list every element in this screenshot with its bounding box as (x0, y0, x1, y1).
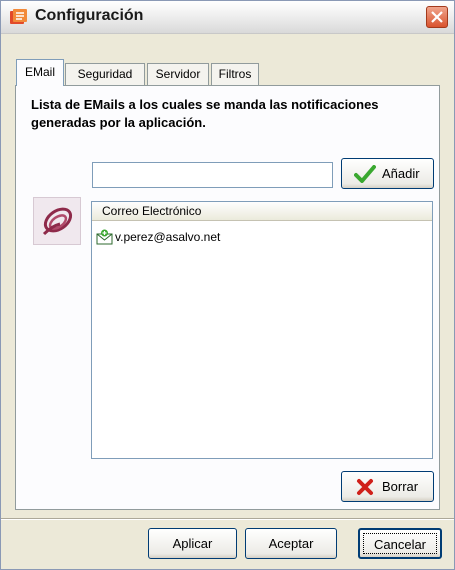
email-icon (96, 229, 113, 250)
tab-email[interactable]: EMail (16, 59, 64, 86)
accept-button-label: Aceptar (268, 536, 314, 551)
delete-button-label: Borrar (382, 479, 419, 494)
cancel-button[interactable]: Cancelar (358, 528, 442, 559)
email-list-header-label: Correo Electrónico (102, 204, 202, 218)
cancel-button-focus: Cancelar (363, 533, 437, 554)
delete-button[interactable]: Borrar (341, 471, 434, 502)
tab-seguridad-label: Seguridad (77, 67, 133, 81)
tab-email-label: EMail (24, 65, 55, 79)
close-button[interactable] (426, 6, 448, 28)
close-icon (431, 11, 443, 23)
add-button[interactable]: Añadir (341, 158, 434, 189)
cancel-button-label: Cancelar (373, 537, 427, 552)
window-title: Configuración (35, 7, 144, 24)
email-list-description: Lista de EMails a los cuales se manda la… (31, 97, 379, 130)
tab-servidor-label: Servidor (155, 67, 201, 81)
email-address: v.perez@asalvo.net (115, 230, 221, 244)
settings-app-icon (9, 8, 29, 26)
footer-separator (1, 518, 454, 520)
tab-filtros[interactable]: Filtros (211, 63, 259, 85)
apply-button-label: Aplicar (172, 536, 213, 551)
email-list[interactable]: Correo Electrónico v.perez@asalvo.net (91, 201, 433, 459)
accept-button[interactable]: Aceptar (245, 528, 337, 559)
apply-button[interactable]: Aplicar (148, 528, 237, 559)
tab-filtros-label: Filtros (218, 67, 252, 81)
title-bar[interactable]: Configuración (1, 1, 454, 34)
add-button-label: Añadir (382, 166, 420, 181)
tab-servidor[interactable]: Servidor (147, 63, 209, 85)
config-window: Configuración EMail Seguridad Servidor F… (0, 0, 455, 570)
app-logo-icon (33, 197, 81, 245)
email-list-header[interactable]: Correo Electrónico (92, 202, 432, 221)
x-icon (356, 478, 374, 499)
tab-seguridad[interactable]: Seguridad (65, 63, 145, 85)
email-input[interactable] (92, 162, 333, 188)
checkmark-icon (354, 165, 376, 186)
